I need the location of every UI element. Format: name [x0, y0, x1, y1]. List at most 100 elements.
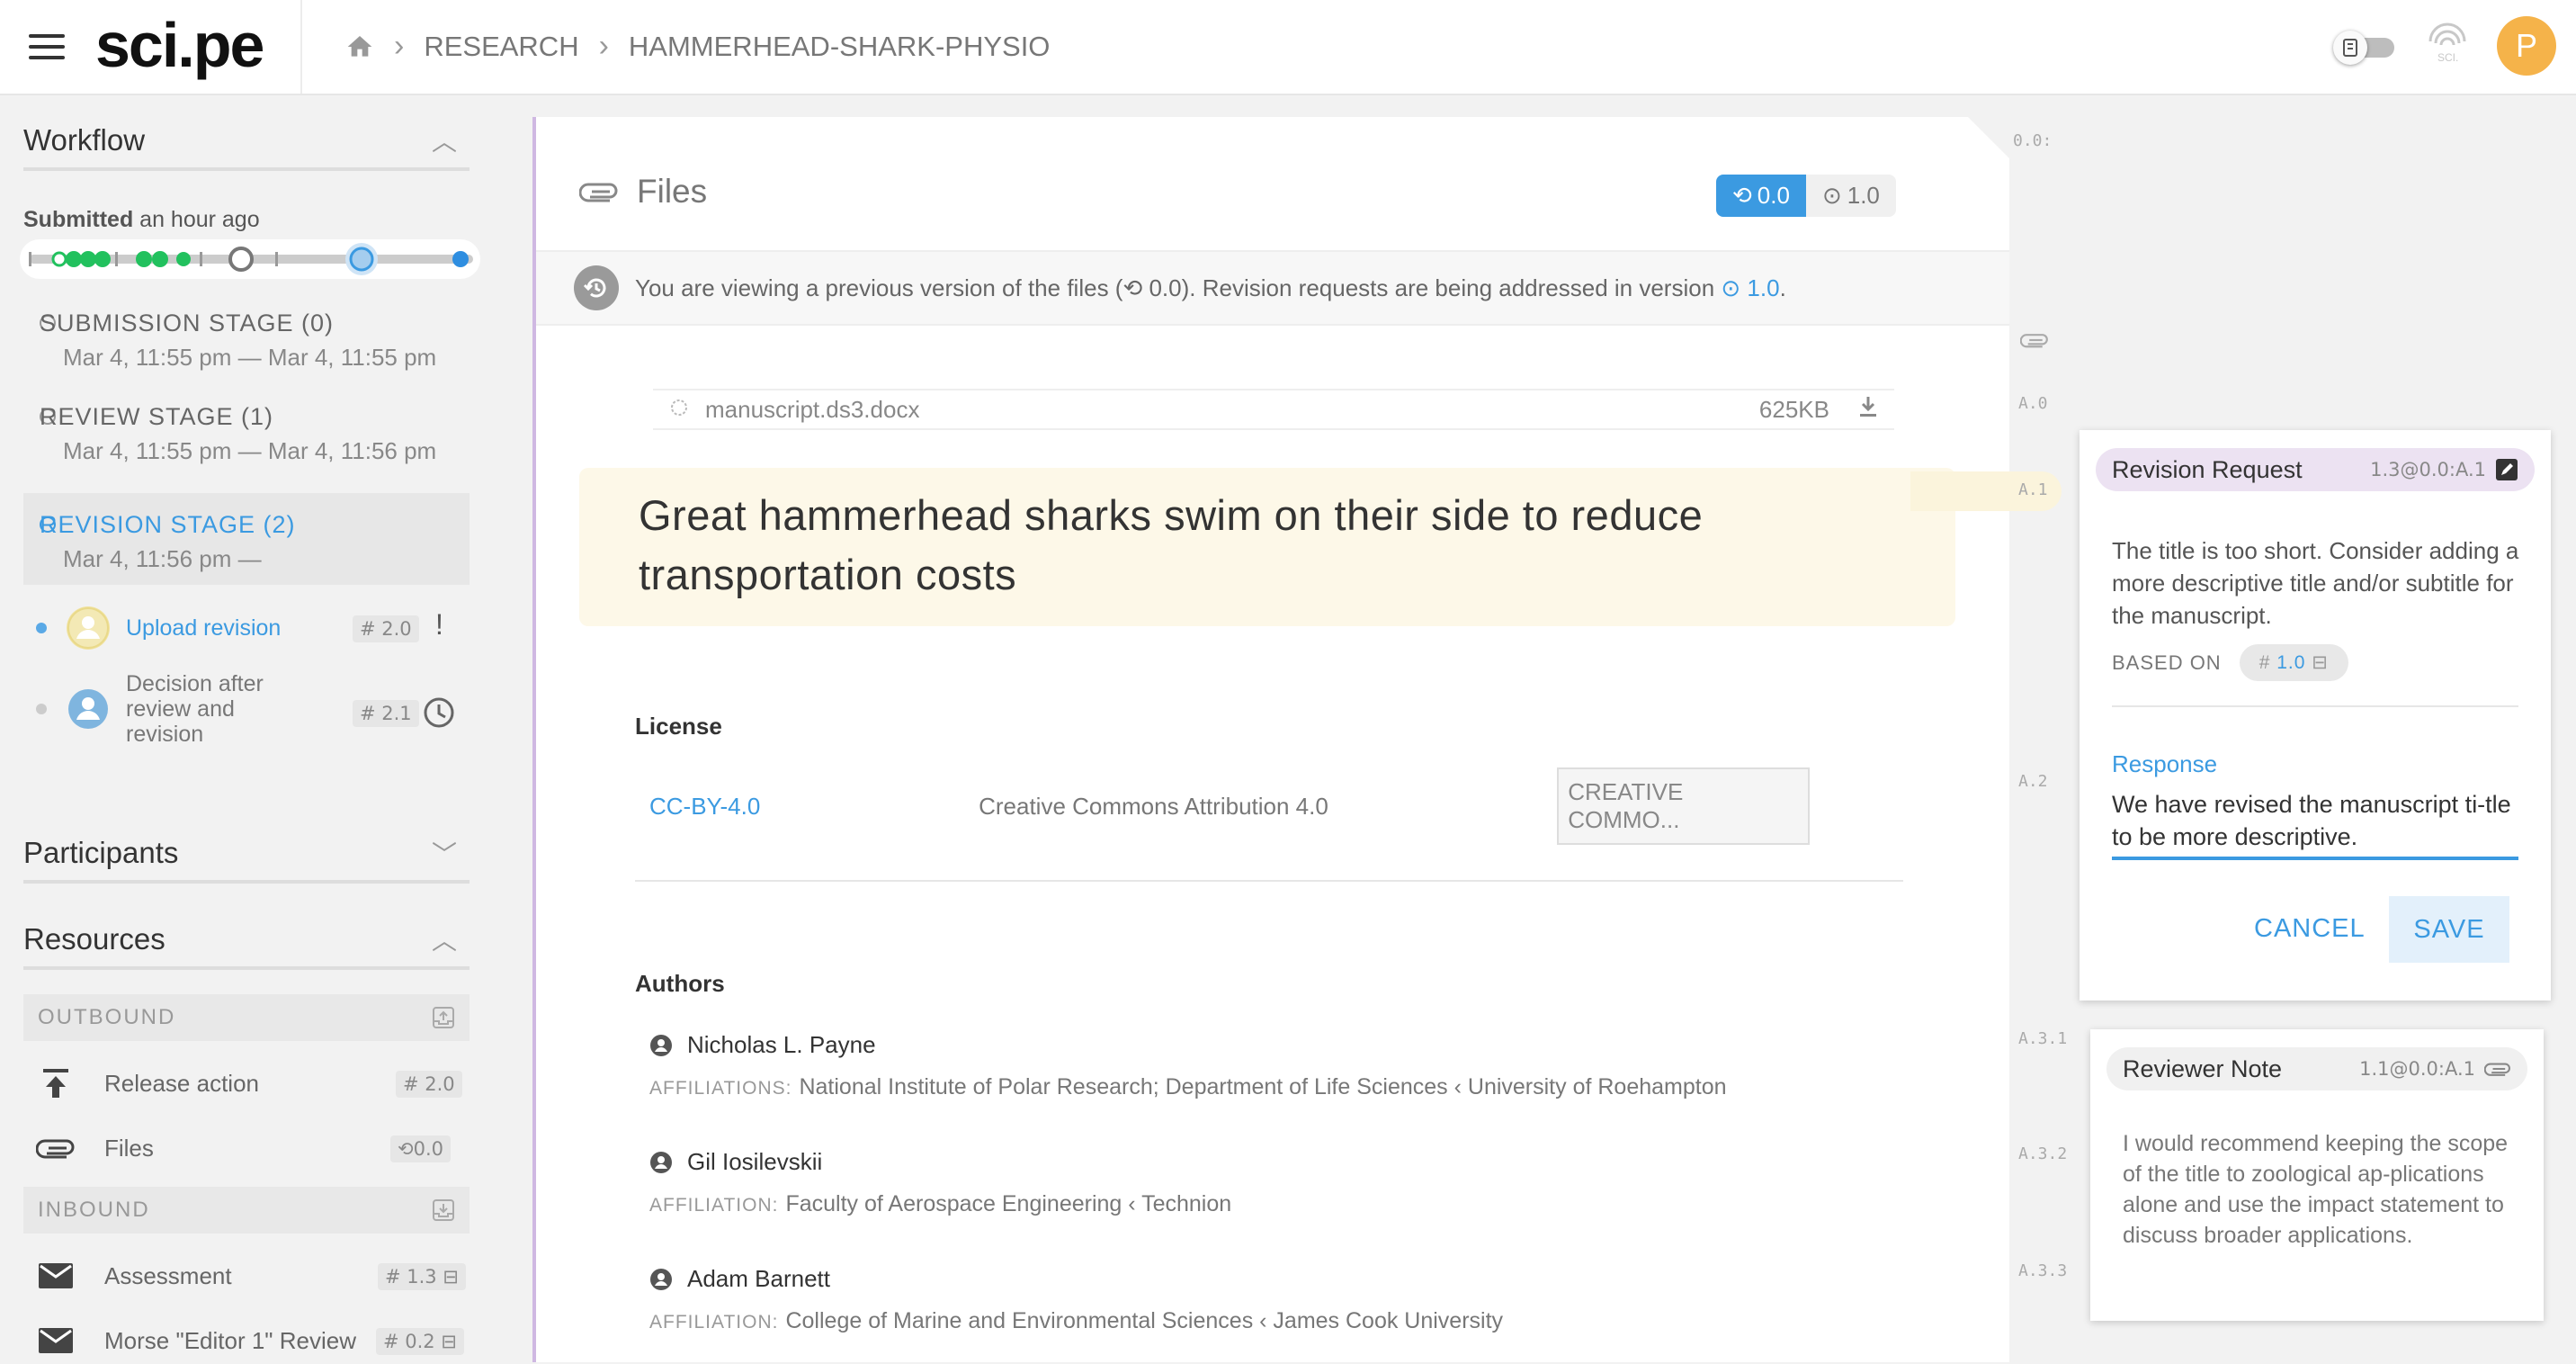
based-on-version[interactable]: # 1.0 ⊟ [2239, 644, 2348, 681]
sidebar: Workflow ︿ Submitted an hour ago SUBMISS… [0, 95, 504, 1362]
clock-icon [424, 697, 454, 728]
avatar [67, 606, 110, 650]
license-code[interactable]: CC-BY-4.0 [649, 793, 979, 821]
divider [635, 880, 1903, 882]
inbox-icon[interactable] [432, 1198, 455, 1222]
alert-icon: ! [435, 608, 443, 641]
task-dot [36, 623, 47, 633]
anchor-label[interactable]: A.3.1 [2018, 1029, 2067, 1048]
task-label[interactable]: Upload revision [126, 615, 281, 642]
author-name: Adam Barnett [649, 1265, 830, 1293]
app-logo[interactable]: sci.pe [95, 9, 264, 81]
panel-corner [1968, 117, 2011, 160]
history-icon [574, 265, 619, 310]
anchor-label[interactable]: A.3.2 [2018, 1144, 2067, 1163]
chevron-down-icon[interactable]: ﹀ [432, 835, 470, 871]
edit-icon[interactable] [2495, 458, 2518, 481]
inbound-label: INBOUND [38, 1198, 150, 1222]
check-circle-icon: ⊙ [1821, 182, 1842, 209]
participants-header[interactable]: Participants ﹀ [23, 826, 470, 884]
license-label: License [635, 713, 722, 740]
card-ref: 1.3@0.0:A.1 [2370, 458, 2518, 481]
resources-header[interactable]: Resources ︿ [23, 912, 470, 970]
divider [2112, 705, 2518, 707]
stage-dates: Mar 4, 11:55 pm — Mar 4, 11:55 pm [63, 344, 437, 371]
top-bar: sci.pe › RESEARCH › HAMMERHEAD-SHARK-PHY… [0, 0, 2576, 95]
file-name[interactable]: manuscript.ds3.docx [705, 396, 1759, 424]
paperclip-icon[interactable] [2484, 1061, 2511, 1077]
inbound-header: INBOUND [23, 1187, 470, 1234]
account-icon [650, 1268, 672, 1290]
chevron-up-icon[interactable]: ︿ [432, 921, 470, 957]
reviewer-note-card: Reviewer Note 1.1@0.0:A.1 I would recomm… [2090, 1029, 2544, 1321]
title-highlight[interactable]: Great hammerhead sharks swim on their si… [579, 468, 1955, 626]
author-name: Nicholas L. Payne [649, 1031, 876, 1059]
version-badge: # 1.3 ⊟ [378, 1263, 466, 1290]
menu-icon[interactable] [29, 34, 65, 63]
workflow-header[interactable]: Workflow ︿ [23, 113, 470, 171]
divider [300, 0, 302, 94]
breadcrumb-research[interactable]: RESEARCH [424, 31, 578, 63]
paperclip-icon [579, 183, 618, 202]
version-1-button[interactable]: ⊙ 1.0 [1805, 175, 1896, 217]
anchor-label[interactable]: A.0 [2018, 394, 2048, 413]
based-on: BASED ON # 1.0 ⊟ [2112, 644, 2348, 681]
history-icon: ⟲ [1123, 274, 1149, 301]
license-button[interactable]: CREATIVE COMMO... [1557, 767, 1810, 845]
participants-title: Participants [23, 836, 179, 869]
file-row[interactable]: manuscript.ds3.docx 625KB [653, 389, 1894, 430]
chevron-right-icon: › [598, 29, 609, 63]
license-name: Creative Commons Attribution 4.0 [979, 792, 1328, 820]
version-0-button[interactable]: ⟲ 0.0 [1716, 175, 1806, 217]
card-title: Revision Request [2112, 455, 2303, 483]
author-affiliation: AFFILIATIONS: National Institute of Polar… [649, 1074, 1727, 1099]
breadcrumb-project[interactable]: HAMMERHEAD-SHARK-PHYSIO [629, 31, 1051, 63]
save-button[interactable]: SAVE [2389, 896, 2509, 963]
paperclip-icon[interactable] [2020, 331, 2049, 349]
view-toggle[interactable] [2333, 31, 2398, 65]
anchor-label[interactable]: A.1 [2018, 480, 2048, 499]
version-badge: # 2.1 [353, 700, 419, 727]
home-icon[interactable] [345, 32, 374, 61]
manuscript-title: Great hammerhead sharks swim on their si… [639, 491, 1704, 598]
card-body: I would recommend keeping the scope of t… [2123, 1131, 2509, 1248]
version-link[interactable]: ⊙ 1.0 [1721, 274, 1779, 301]
stage-submission[interactable]: SUBMISSION STAGE (0) [40, 310, 334, 337]
stage-revision[interactable]: REVISION STAGE (2) [40, 511, 296, 539]
author-name: Gil Iosilevskii [649, 1148, 822, 1176]
chevron-up-icon[interactable]: ︿ [432, 122, 470, 158]
svg-text:SCI.: SCI. [2437, 51, 2458, 64]
sci-fingerprint-icon[interactable]: SCI. [2423, 20, 2472, 65]
file-icon [669, 396, 689, 424]
previous-version-banner: You are viewing a previous version of th… [536, 250, 2009, 326]
card-ref: 1.1@0.0:A.1 [2359, 1058, 2511, 1080]
cancel-button[interactable]: CANCEL [2254, 914, 2366, 944]
files-header: Files [579, 173, 707, 211]
task-label[interactable]: Decision after review and revision [126, 671, 288, 747]
outbound-header: OUTBOUND [23, 994, 470, 1041]
download-icon[interactable] [1858, 395, 1878, 425]
stage-review[interactable]: REVIEW STAGE (1) [40, 403, 273, 431]
resource-label: Assessment [104, 1261, 232, 1289]
anchor-label[interactable]: 0.0: [2013, 131, 2052, 150]
account-icon [650, 1151, 672, 1173]
history-icon: ⟲ [1732, 182, 1752, 209]
mail-icon [36, 1327, 76, 1354]
history-icon: ⟲ [398, 1138, 414, 1160]
outbox-icon[interactable] [432, 1006, 455, 1029]
anchor-label[interactable]: A.2 [2018, 772, 2048, 791]
files-title: Files [637, 173, 708, 210]
workflow-progress[interactable] [20, 239, 480, 279]
publish-icon [36, 1068, 76, 1099]
file-size: 625KB [1758, 395, 1829, 423]
stage-dates: Mar 4, 11:56 pm — [63, 545, 262, 572]
version-toggle[interactable]: ⟲ 0.0 ⊙ 1.0 [1716, 175, 1896, 217]
resource-label: Files [104, 1134, 154, 1162]
account-icon [650, 1034, 672, 1056]
resource-label: Morse "Editor 1" Review [104, 1326, 356, 1354]
version-badge: # 0.2 ⊟ [376, 1328, 464, 1355]
resources-title: Resources [23, 922, 165, 956]
response-field[interactable]: We have revised the manuscript ti-tle to… [2112, 788, 2518, 860]
user-avatar[interactable]: P [2497, 16, 2556, 76]
anchor-label[interactable]: A.3.3 [2018, 1261, 2067, 1280]
